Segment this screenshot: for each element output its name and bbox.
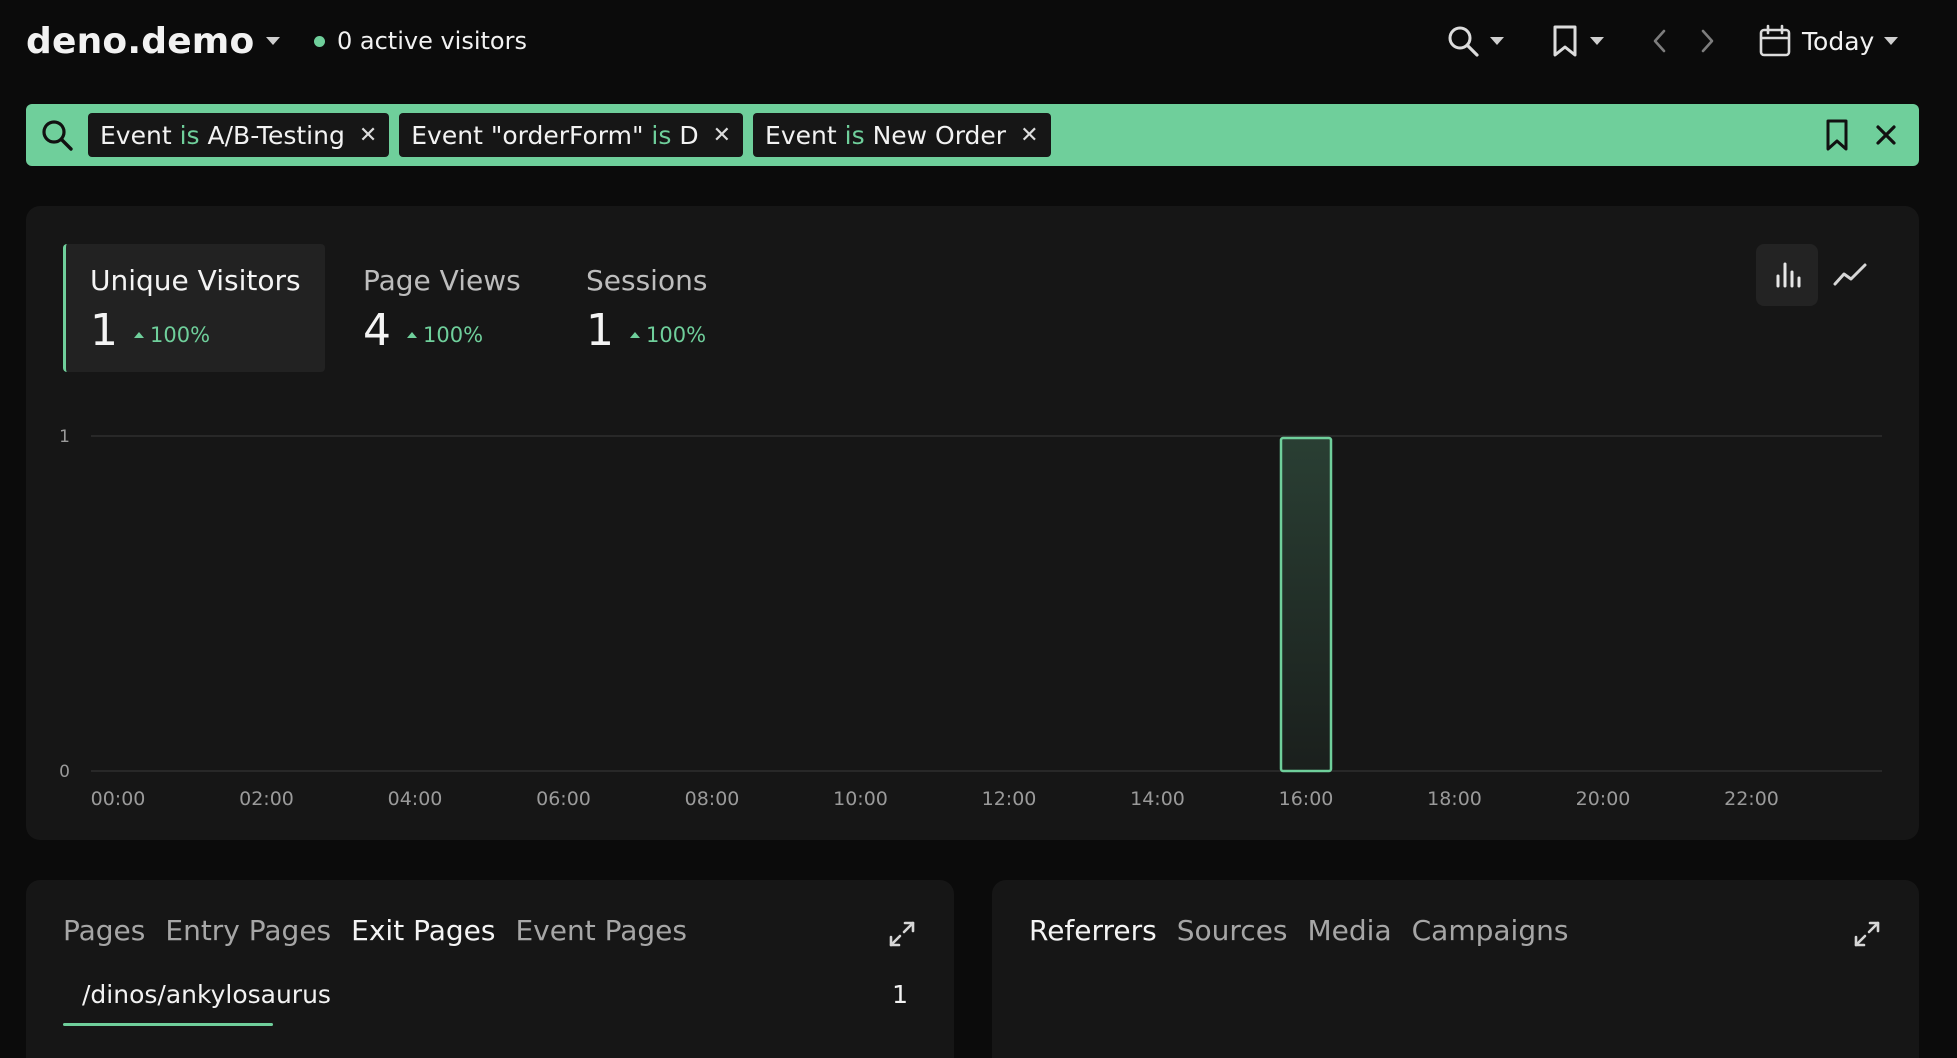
tab-media[interactable]: Media (1308, 914, 1392, 947)
page-path[interactable]: /dinos/ankylosaurus (82, 980, 331, 1009)
x-tick-label: 20:00 (1576, 788, 1631, 810)
row-proportion-bar (63, 1023, 273, 1026)
caret-down-icon (1590, 37, 1604, 45)
bookmark-icon (1550, 24, 1580, 58)
x-tick-label: 16:00 (1279, 788, 1334, 810)
x-tick-label: 08:00 (685, 788, 740, 810)
filter-text: Event "orderForm" is D (411, 120, 699, 150)
bookmarks-menu-button[interactable] (1550, 20, 1604, 62)
x-tick-label: 18:00 (1427, 788, 1482, 810)
search-icon (1446, 24, 1480, 58)
tab-event-pages[interactable]: Event Pages (515, 914, 687, 947)
chart-bar[interactable] (1279, 436, 1333, 773)
date-range-label: Today (1802, 26, 1875, 56)
table-row[interactable]: /dinos/ankylosaurus 1 (63, 980, 924, 1026)
remove-filter-icon[interactable]: ✕ (713, 123, 731, 148)
x-tick-label: 12:00 (982, 788, 1037, 810)
chevron-left-icon (1650, 26, 1670, 56)
tab-entry-pages[interactable]: Entry Pages (165, 914, 331, 947)
expand-icon[interactable] (1853, 920, 1881, 948)
next-period-button[interactable] (1697, 20, 1717, 62)
x-tick-label: 14:00 (1130, 788, 1185, 810)
sources-tabs: Referrers Sources Media Campaigns (1029, 914, 1568, 947)
search-menu-button[interactable] (1446, 20, 1504, 62)
remove-filter-icon[interactable]: ✕ (359, 123, 377, 148)
live-visitors[interactable]: 0 active visitors (314, 24, 527, 58)
filter-chip[interactable]: Event is New Order ✕ (753, 113, 1051, 157)
filter-text: Event is New Order (765, 120, 1007, 150)
save-filter-bookmark-icon[interactable] (1823, 118, 1851, 152)
x-tick-label: 22:00 (1724, 788, 1779, 810)
clear-filters-close-icon[interactable] (1871, 120, 1901, 150)
previous-period-button[interactable] (1650, 20, 1670, 62)
x-tick-label: 04:00 (388, 788, 443, 810)
pages-card: Pages Entry Pages Exit Pages Event Pages… (26, 880, 954, 1058)
x-tick-label: 00:00 (91, 788, 146, 810)
visitors-chart-card: Unique Visitors 1 100% Page Views 4 100%… (26, 206, 1919, 840)
filter-bar: Event is A/B-Testing ✕ Event "orderForm"… (26, 104, 1919, 166)
calendar-icon (1758, 24, 1792, 58)
date-range-picker[interactable]: Today (1758, 20, 1899, 62)
visitors-bar-chart: 0 1 00:00 02:00 04:00 06:00 08:00 10:00 12:00 14:… (59, 427, 1882, 810)
caret-down-icon (1884, 37, 1899, 45)
tab-sources[interactable]: Sources (1177, 914, 1288, 947)
x-tick-label: 02:00 (239, 788, 294, 810)
tab-exit-pages[interactable]: Exit Pages (351, 914, 495, 947)
page-count: 1 (892, 980, 908, 1009)
site-name: deno.demo (26, 20, 255, 62)
y-tick-label: 0 (59, 762, 70, 782)
active-visitors-label: 0 active visitors (337, 27, 527, 55)
y-tick-label: 1 (59, 427, 70, 447)
tab-referrers[interactable]: Referrers (1029, 914, 1157, 947)
filter-chip[interactable]: Event is A/B-Testing ✕ (88, 113, 390, 157)
tab-pages[interactable]: Pages (63, 914, 145, 947)
site-selector[interactable]: deno.demo (26, 18, 281, 64)
expand-icon[interactable] (888, 920, 916, 948)
x-tick-label: 10:00 (833, 788, 888, 810)
search-icon[interactable] (40, 118, 74, 152)
filter-text: Event is A/B-Testing (100, 120, 345, 150)
live-dot-icon (314, 35, 325, 47)
chevron-right-icon (1697, 26, 1717, 56)
sources-card: Referrers Sources Media Campaigns (992, 880, 1919, 1058)
caret-down-icon (266, 37, 281, 45)
tab-campaigns[interactable]: Campaigns (1412, 914, 1569, 947)
x-tick-label: 06:00 (536, 788, 591, 810)
filter-chip[interactable]: Event "orderForm" is D ✕ (399, 113, 744, 157)
pages-tabs: Pages Entry Pages Exit Pages Event Pages (63, 914, 687, 947)
remove-filter-icon[interactable]: ✕ (1020, 123, 1038, 148)
caret-down-icon (1490, 37, 1504, 45)
